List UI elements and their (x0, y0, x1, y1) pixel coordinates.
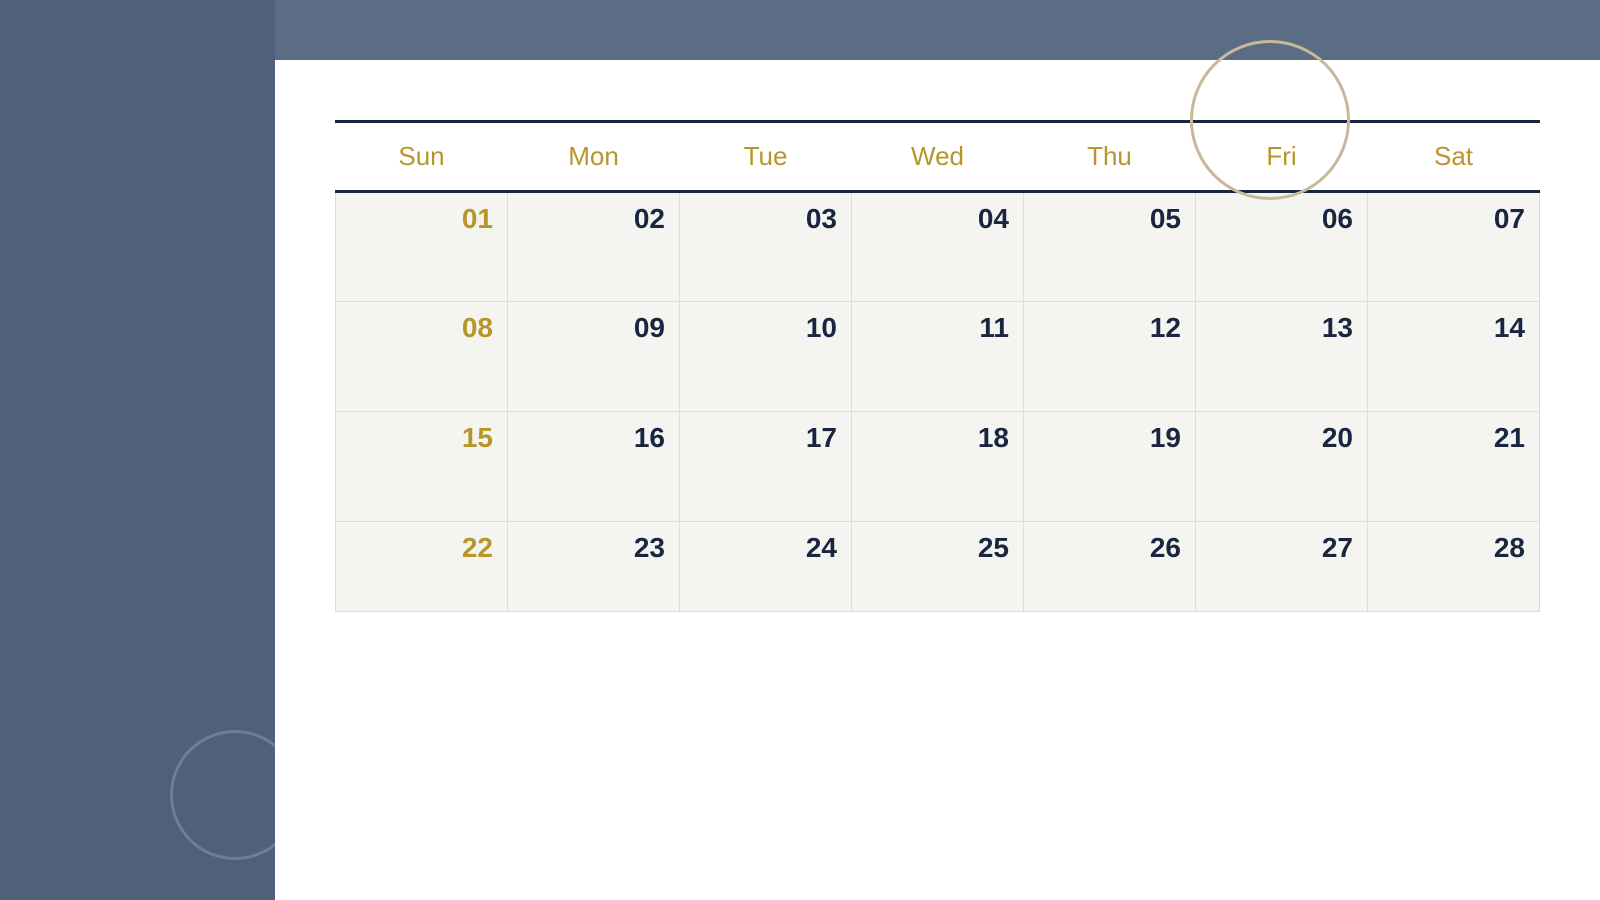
calendar-day: 10 (680, 302, 852, 412)
calendar-day: 15 (336, 412, 508, 522)
calendar-week-row: 01020304050607 (336, 192, 1540, 302)
calendar-day: 28 (1368, 522, 1540, 612)
calendar-day: 26 (1024, 522, 1196, 612)
calendar-day: 24 (680, 522, 852, 612)
calendar-day: 19 (1024, 412, 1196, 522)
day-header-wed: Wed (852, 123, 1024, 192)
calendar-day: 25 (852, 522, 1024, 612)
day-header-sun: Sun (336, 123, 508, 192)
calendar-day: 09 (508, 302, 680, 412)
calendar-day: 21 (1368, 412, 1540, 522)
calendar-day: 16 (508, 412, 680, 522)
calendar-day: 03 (680, 192, 852, 302)
calendar-day: 13 (1196, 302, 1368, 412)
day-header-thu: Thu (1024, 123, 1196, 192)
calendar-day: 23 (508, 522, 680, 612)
day-header-mon: Mon (508, 123, 680, 192)
top-bar (275, 0, 1600, 60)
day-header-sat: Sat (1368, 123, 1540, 192)
calendar-week-row: 22232425262728 (336, 522, 1540, 612)
calendar-day: 12 (1024, 302, 1196, 412)
calendar-grid: Sun Mon Tue Wed Thu Fri Sat 010203040506… (335, 123, 1540, 612)
calendar-day: 08 (336, 302, 508, 412)
calendar-day: 11 (852, 302, 1024, 412)
circle-decoration-right (1190, 40, 1350, 200)
calendar-day: 20 (1196, 412, 1368, 522)
calendar-day: 02 (508, 192, 680, 302)
calendar-day: 17 (680, 412, 852, 522)
days-header-row: Sun Mon Tue Wed Thu Fri Sat (336, 123, 1540, 192)
calendar-day: 07 (1368, 192, 1540, 302)
day-header-tue: Tue (680, 123, 852, 192)
calendar-day: 22 (336, 522, 508, 612)
calendar-week-row: 15161718192021 (336, 412, 1540, 522)
calendar-day: 27 (1196, 522, 1368, 612)
calendar-day: 01 (336, 192, 508, 302)
calendar-day: 04 (852, 192, 1024, 302)
calendar-day: 14 (1368, 302, 1540, 412)
calendar-container: Sun Mon Tue Wed Thu Fri Sat 010203040506… (275, 60, 1600, 900)
calendar-day: 05 (1024, 192, 1196, 302)
calendar-day: 18 (852, 412, 1024, 522)
calendar-week-row: 08091011121314 (336, 302, 1540, 412)
calendar-day: 06 (1196, 192, 1368, 302)
